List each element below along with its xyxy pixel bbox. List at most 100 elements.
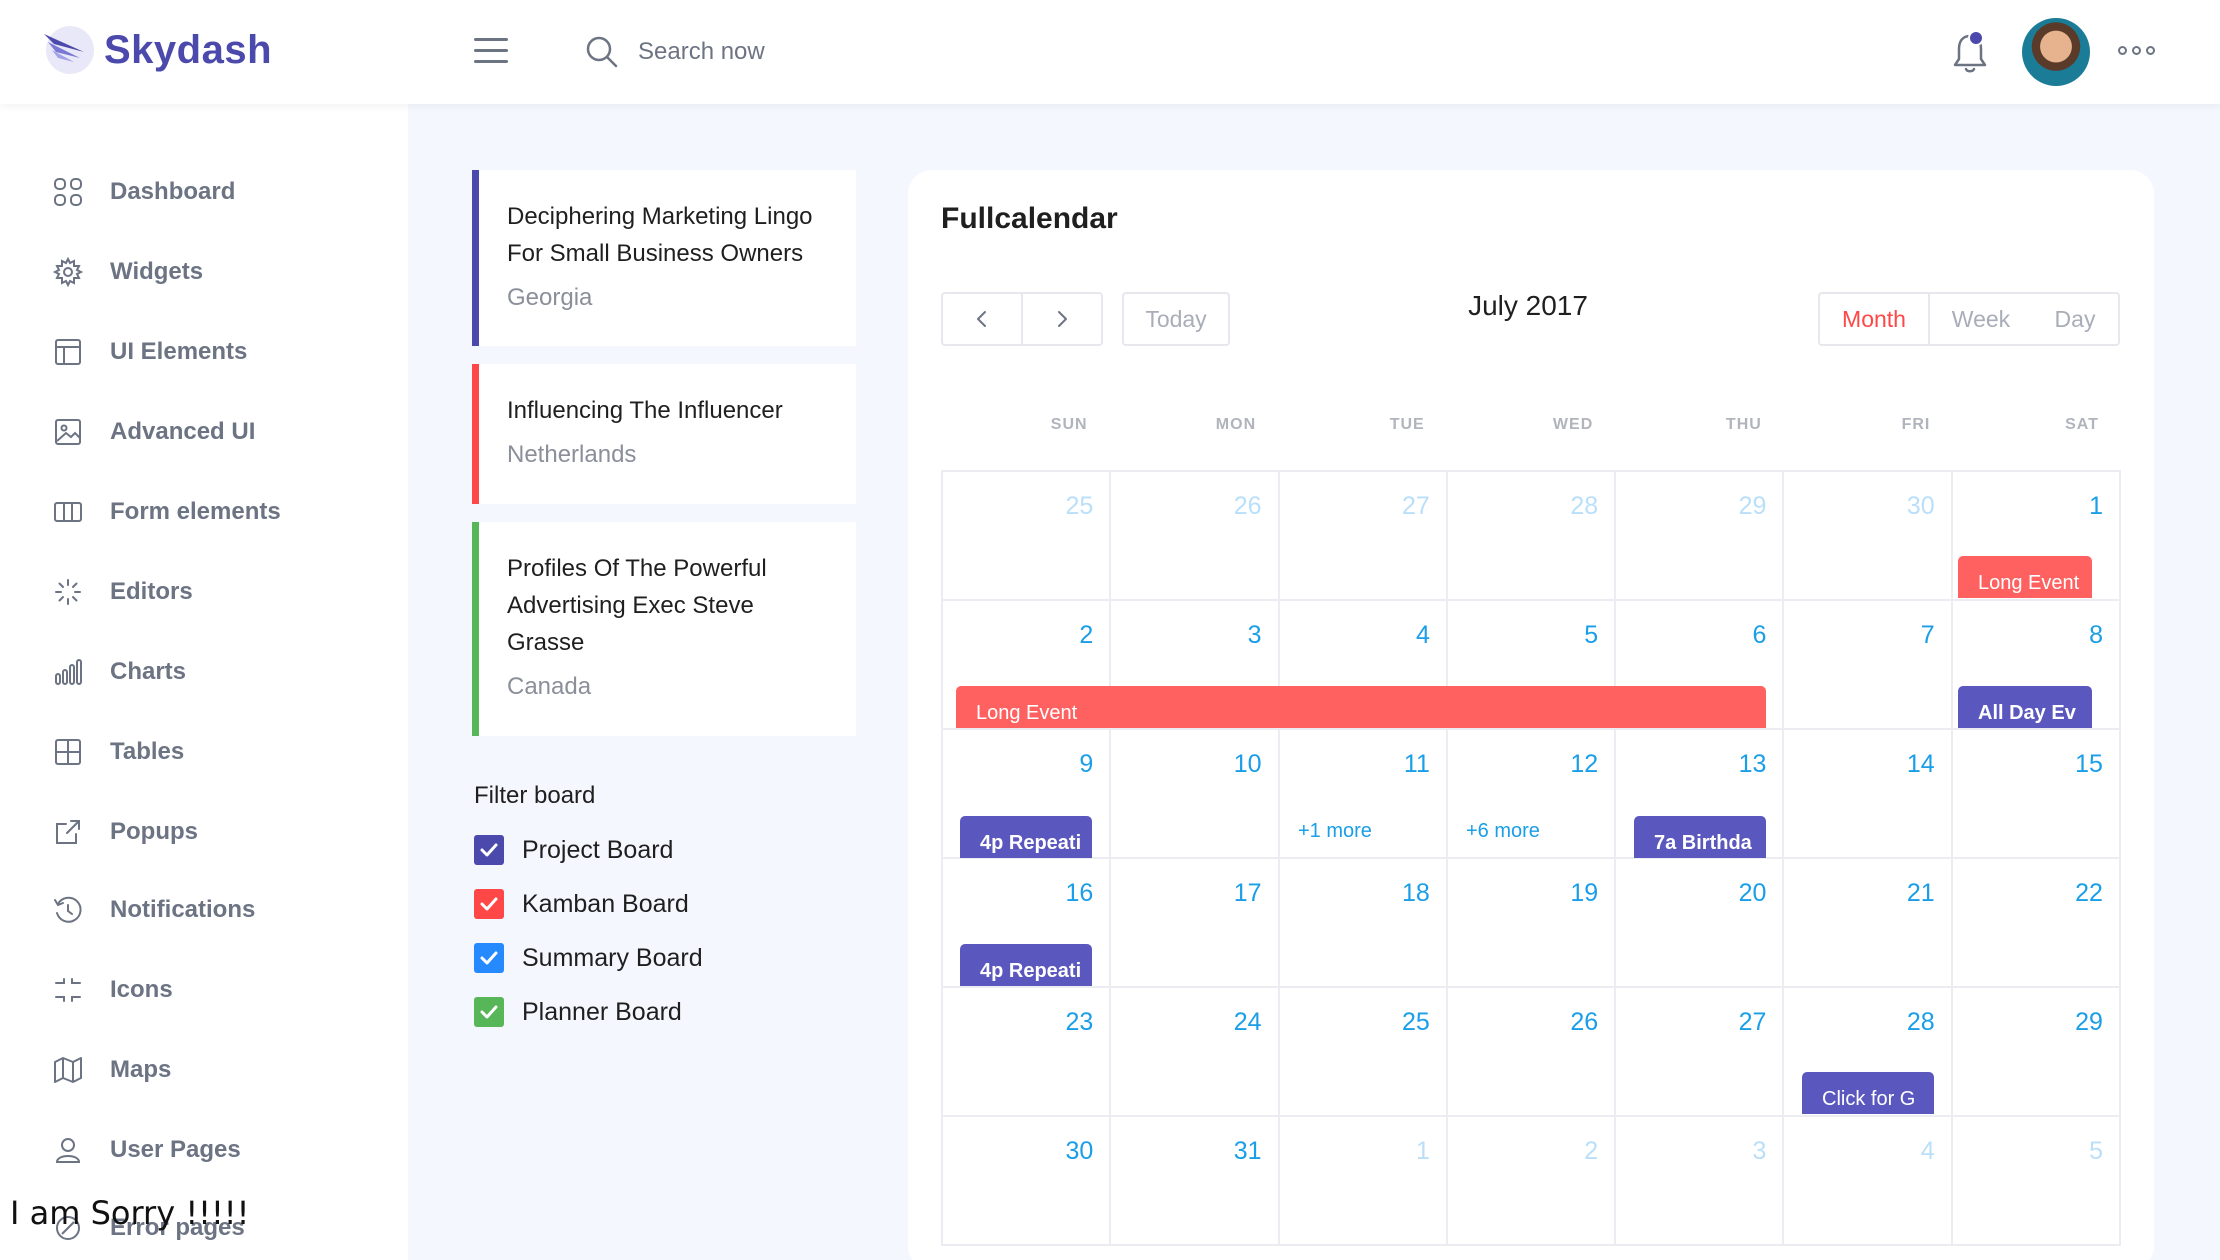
- sidebar-item-advanced-ui[interactable]: Advanced UI: [52, 412, 255, 452]
- calendar-day-cell[interactable]: 23: [943, 988, 1112, 1117]
- checkbox-checked-icon[interactable]: [474, 835, 504, 865]
- sidebar-toggle-button[interactable]: [474, 38, 508, 68]
- more-events-link[interactable]: +6 more: [1466, 820, 1540, 843]
- calendar-day-cell[interactable]: 24: [1111, 988, 1280, 1117]
- calendar-day-cell[interactable]: 29: [1952, 988, 2121, 1117]
- calendar-day-cell[interactable]: 21: [1784, 859, 1953, 988]
- sidebar-item-charts[interactable]: Charts: [52, 652, 186, 692]
- brand-logo[interactable]: Skydash: [40, 22, 272, 78]
- grid-icon: [55, 739, 81, 765]
- sidebar-item-form-elements[interactable]: Form elements: [52, 492, 281, 532]
- calendar-day-cell[interactable]: 27: [1279, 472, 1448, 601]
- day-number: 25: [1065, 492, 1094, 520]
- calendar-day-cell[interactable]: 30: [1784, 472, 1953, 601]
- calendar-day-cell[interactable]: 4: [1784, 1117, 1953, 1246]
- sidebar-item-ui-elements[interactable]: UI Elements: [52, 332, 247, 372]
- day-number: 3: [1247, 621, 1262, 649]
- view-month-button[interactable]: Month: [1820, 294, 1930, 344]
- filter-project-board[interactable]: Project Board: [474, 833, 673, 867]
- more-events-link[interactable]: +1 more: [1298, 820, 1372, 843]
- calendar-day-cell[interactable]: 2: [1447, 1117, 1617, 1246]
- calendar-day-cell[interactable]: 3: [1616, 1117, 1785, 1246]
- day-number: 29: [1738, 492, 1767, 520]
- day-number: 26: [1233, 492, 1262, 520]
- filter-kamban-board[interactable]: Kamban Board: [474, 887, 689, 921]
- event-card[interactable]: Deciphering Marketing Lingo For Small Bu…: [472, 170, 856, 346]
- checkbox-checked-icon[interactable]: [474, 997, 504, 1027]
- checkbox-checked-icon[interactable]: [474, 943, 504, 973]
- event-title: Influencing The Influencer: [507, 397, 783, 424]
- calendar-day-cell[interactable]: 25: [943, 472, 1112, 601]
- calendar-day-cell[interactable]: 25: [1279, 988, 1448, 1117]
- calendar-day-cell[interactable]: 29: [1616, 472, 1785, 601]
- sidebar-item-dashboard[interactable]: Dashboard: [52, 172, 235, 212]
- calendar-event[interactable]: All Day Ev: [1958, 686, 2092, 728]
- calendar-view-switcher: Month Week Day: [1818, 292, 2120, 346]
- event-card[interactable]: Profiles Of The Powerful Advertising Exe…: [472, 522, 856, 736]
- sidebar-item-tables[interactable]: Tables: [52, 732, 184, 772]
- next-month-button[interactable]: [1023, 294, 1101, 344]
- day-number: 2: [1079, 621, 1094, 649]
- calendar-day-cell[interactable]: 17: [1111, 859, 1280, 988]
- view-week-button[interactable]: Week: [1930, 294, 2032, 344]
- user-avatar[interactable]: [2022, 18, 2090, 86]
- user-icon: [55, 1138, 81, 1163]
- event-card[interactable]: Influencing The Influencer Netherlands: [472, 364, 856, 504]
- calendar-event[interactable]: 4p Repeati: [960, 816, 1092, 858]
- calendar-day-cell[interactable]: 18: [1279, 859, 1448, 988]
- filter-summary-board[interactable]: Summary Board: [474, 941, 703, 975]
- sidebar-item-popups[interactable]: Popups: [52, 812, 198, 852]
- view-day-button[interactable]: Day: [2032, 294, 2118, 344]
- calendar-day-cell[interactable]: 26: [1447, 988, 1617, 1117]
- sidebar-item-label: Advanced UI: [110, 418, 256, 445]
- weekday-label: SAT: [2065, 416, 2099, 433]
- calendar-day-cell[interactable]: 27: [1616, 988, 1785, 1117]
- calendar-day-cell[interactable]: 30: [943, 1117, 1112, 1246]
- sidebar-item-widgets[interactable]: Widgets: [52, 252, 203, 292]
- calendar-event[interactable]: 4p Repeati: [960, 944, 1092, 986]
- sidebar-item-editors[interactable]: Editors: [52, 572, 193, 612]
- filter-label: Summary Board: [522, 943, 703, 972]
- day-number: 10: [1233, 750, 1262, 778]
- filter-planner-board[interactable]: Planner Board: [474, 995, 682, 1029]
- calendar-day-cell[interactable]: 15: [1952, 730, 2121, 859]
- day-number: 21: [1906, 879, 1935, 907]
- calendar-day-cell[interactable]: 22: [1952, 859, 2121, 988]
- sidebar-item-maps[interactable]: Maps: [52, 1050, 171, 1090]
- calendar-day-cell[interactable]: 19: [1447, 859, 1617, 988]
- calendar-day-cell[interactable]: 31: [1111, 1117, 1280, 1246]
- image-icon: [55, 419, 81, 445]
- filter-label: Planner Board: [522, 997, 682, 1026]
- calendar-day-cell[interactable]: 28: [1447, 472, 1617, 601]
- sidebar-item-notifications[interactable]: Notifications: [52, 890, 255, 930]
- calendar-day-cell[interactable]: 5: [1952, 1117, 2121, 1246]
- day-number: 7: [1920, 621, 1935, 649]
- top-navbar: Skydash: [0, 0, 2220, 104]
- calendar-day-cell[interactable]: 26: [1111, 472, 1280, 601]
- day-number: 11: [1403, 750, 1430, 778]
- event-title: Profiles Of The Powerful Advertising Exe…: [507, 555, 767, 656]
- calendar-event[interactable]: 7a Birthda: [1634, 816, 1766, 858]
- sidebar-item-user-pages[interactable]: User Pages: [52, 1130, 241, 1170]
- more-options-icon[interactable]: [2118, 46, 2155, 55]
- search-icon[interactable]: [584, 34, 620, 70]
- calendar-day-cell[interactable]: 20: [1616, 859, 1785, 988]
- calendar-event[interactable]: Long Event: [1958, 556, 2092, 598]
- weekday-label: MON: [1215, 416, 1257, 433]
- filter-board-title: Filter board: [474, 782, 596, 809]
- calendar-event[interactable]: Click for G: [1802, 1072, 1934, 1114]
- calendar-day-cell[interactable]: 10: [1111, 730, 1280, 859]
- today-button[interactable]: Today: [1122, 292, 1230, 346]
- day-number: 23: [1065, 1008, 1094, 1036]
- sidebar-item-icons[interactable]: Icons: [52, 970, 173, 1010]
- calendar-day-cell[interactable]: 14: [1784, 730, 1953, 859]
- event-title: Deciphering Marketing Lingo For Small Bu…: [507, 203, 813, 267]
- checkbox-checked-icon[interactable]: [474, 889, 504, 919]
- calendar-day-cell[interactable]: 7: [1784, 601, 1953, 730]
- calendar-day-cell[interactable]: 1: [1279, 1117, 1448, 1246]
- day-number: 16: [1065, 879, 1094, 907]
- event-location: Canada: [507, 673, 592, 700]
- calendar-event[interactable]: Long Event: [956, 686, 1766, 728]
- search-input[interactable]: [638, 38, 898, 66]
- prev-month-button[interactable]: [943, 294, 1023, 344]
